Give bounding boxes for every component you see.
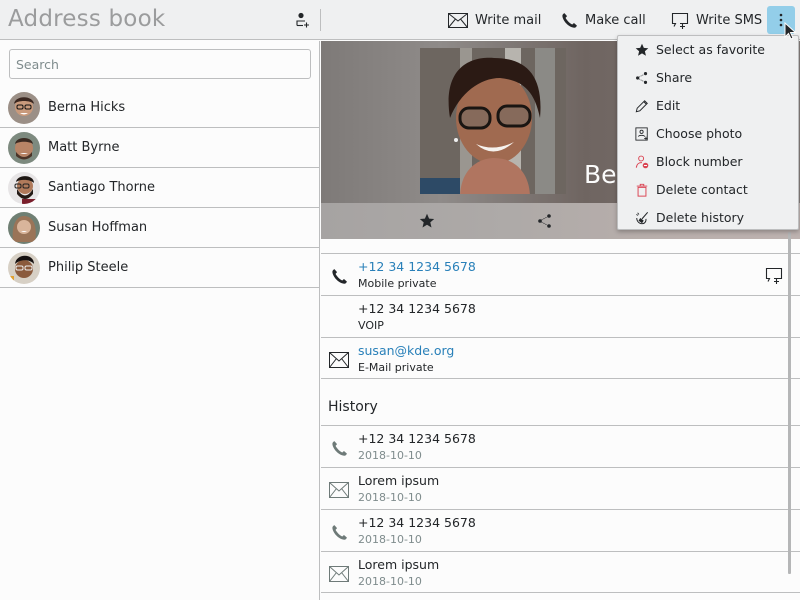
star-icon [635,43,649,57]
contact-name: Matt Byrne [48,140,120,155]
menu-item-label: Share [656,70,693,85]
contact-name: Philip Steele [48,260,129,275]
voip-number[interactable]: +12 34 1234 5678 [358,301,476,316]
history-item[interactable]: +12 34 1234 5678 2018-10-10 [321,509,800,551]
more-actions-button[interactable] [767,6,795,34]
menu-item-choose-photo[interactable]: Choose photo [618,120,798,148]
avatar [8,131,40,164]
mail-icon [329,350,349,370]
menu-item-block-number[interactable]: Block number [618,148,798,176]
favorite-button[interactable] [417,211,437,231]
menu-item-label: Edit [656,98,681,113]
phone-number-link[interactable]: +12 34 1234 5678 [358,259,476,274]
add-contact-button[interactable] [290,8,314,32]
avatar [8,91,40,124]
menu-item-label: Select as favorite [656,42,765,57]
contact-list-item[interactable]: Berna Hicks [0,88,320,128]
contact-photo [420,48,566,194]
avatar [8,171,40,204]
history-heading: History [328,399,378,415]
contact-list-item[interactable]: Susan Hoffman [0,208,320,248]
voip-type-label: VOIP [358,319,384,332]
phone-icon [329,522,349,542]
menu-item-share[interactable]: Share [618,64,798,92]
phone-icon [329,266,349,286]
contact-details-list: +12 34 1234 5678 Mobile private +12 34 1… [321,253,800,379]
pencil-icon [635,99,649,113]
block-user-icon [635,155,649,169]
write-sms-label: Write SMS [696,12,763,28]
send-sms-button[interactable] [764,265,784,285]
share-icon [538,214,551,228]
make-call-button[interactable]: Make call [561,6,646,34]
history-title: +12 34 1234 5678 [358,515,476,530]
history-date: 2018-10-10 [358,533,422,546]
page-title: Address book [8,6,166,32]
detail-row-email: susan@kde.org E-Mail private [321,337,800,379]
history-title: +12 34 1234 5678 [358,431,476,446]
email-link[interactable]: susan@kde.org [358,343,454,358]
history-date: 2018-10-10 [358,449,422,462]
history-item[interactable]: +12 34 1234 5678 2018-10-10 [321,425,800,467]
detail-row-voip: +12 34 1234 5678 VOIP [321,295,800,337]
clear-history-icon [635,211,649,225]
menu-item-delete-contact[interactable]: Delete contact [618,176,798,204]
contact-name: Susan Hoffman [48,220,148,235]
menu-item-label: Choose photo [656,126,743,141]
phone-type-label: Mobile private [358,277,437,290]
write-sms-icon [765,267,783,284]
menu-item-label: Delete history [656,210,745,225]
address-book-app: Address book Write mail Make call Write … [0,0,800,600]
write-mail-button[interactable]: Write mail [448,6,541,34]
write-sms-button[interactable]: Write SMS [671,6,762,34]
avatar [8,251,40,284]
write-mail-label: Write mail [475,12,542,28]
mail-icon [329,564,349,584]
mail-icon [329,480,349,500]
share-button[interactable] [535,211,555,231]
choose-photo-icon [635,127,649,141]
search-input[interactable] [9,49,311,79]
history-item[interactable]: Lorem ipsum 2018-10-10 [321,551,800,593]
star-icon [419,213,435,228]
phone-icon [329,438,349,458]
contact-list-pane: Berna Hicks Matt Byrne Santiago Thorne S… [0,41,320,600]
email-type-label: E-Mail private [358,361,434,374]
write-sms-icon [671,12,689,29]
contact-list-item[interactable]: Philip Steele [0,248,320,288]
history-date: 2018-10-10 [358,491,422,504]
history-title: Lorem ipsum [358,557,440,572]
contact-list-item[interactable]: Santiago Thorne [0,168,320,208]
history-date: 2018-10-10 [358,575,422,588]
make-call-label: Make call [585,12,646,28]
contact-actions-menu: Select as favorite Share Edit Choose pho… [617,35,799,230]
history-item[interactable]: Lorem ipsum 2018-10-10 [321,467,800,509]
overflow-menu-icon [779,13,783,27]
avatar [8,211,40,244]
share-icon [635,71,649,85]
trash-icon [635,183,649,197]
history-list: +12 34 1234 5678 2018-10-10 Lorem ipsum … [321,425,800,593]
phone-icon [562,12,577,28]
contact-name: Santiago Thorne [48,180,155,195]
menu-item-edit[interactable]: Edit [618,92,798,120]
scrollbar[interactable] [788,232,791,574]
header-toolbar: Address book Write mail Make call Write … [0,0,800,40]
history-title: Lorem ipsum [358,473,440,488]
add-contact-icon [296,12,309,28]
mail-icon [448,12,468,28]
toolbar-separator [320,9,321,31]
menu-item-label: Block number [656,154,743,169]
menu-item-label: Delete contact [656,182,748,197]
menu-item-delete-history[interactable]: Delete history [618,204,798,232]
contact-name: Berna Hicks [48,100,126,115]
contact-list-item[interactable]: Matt Byrne [0,128,320,168]
menu-item-select-favorite[interactable]: Select as favorite [618,36,798,64]
contact-list: Berna Hicks Matt Byrne Santiago Thorne S… [0,88,320,288]
detail-row-mobile: +12 34 1234 5678 Mobile private [321,253,800,295]
